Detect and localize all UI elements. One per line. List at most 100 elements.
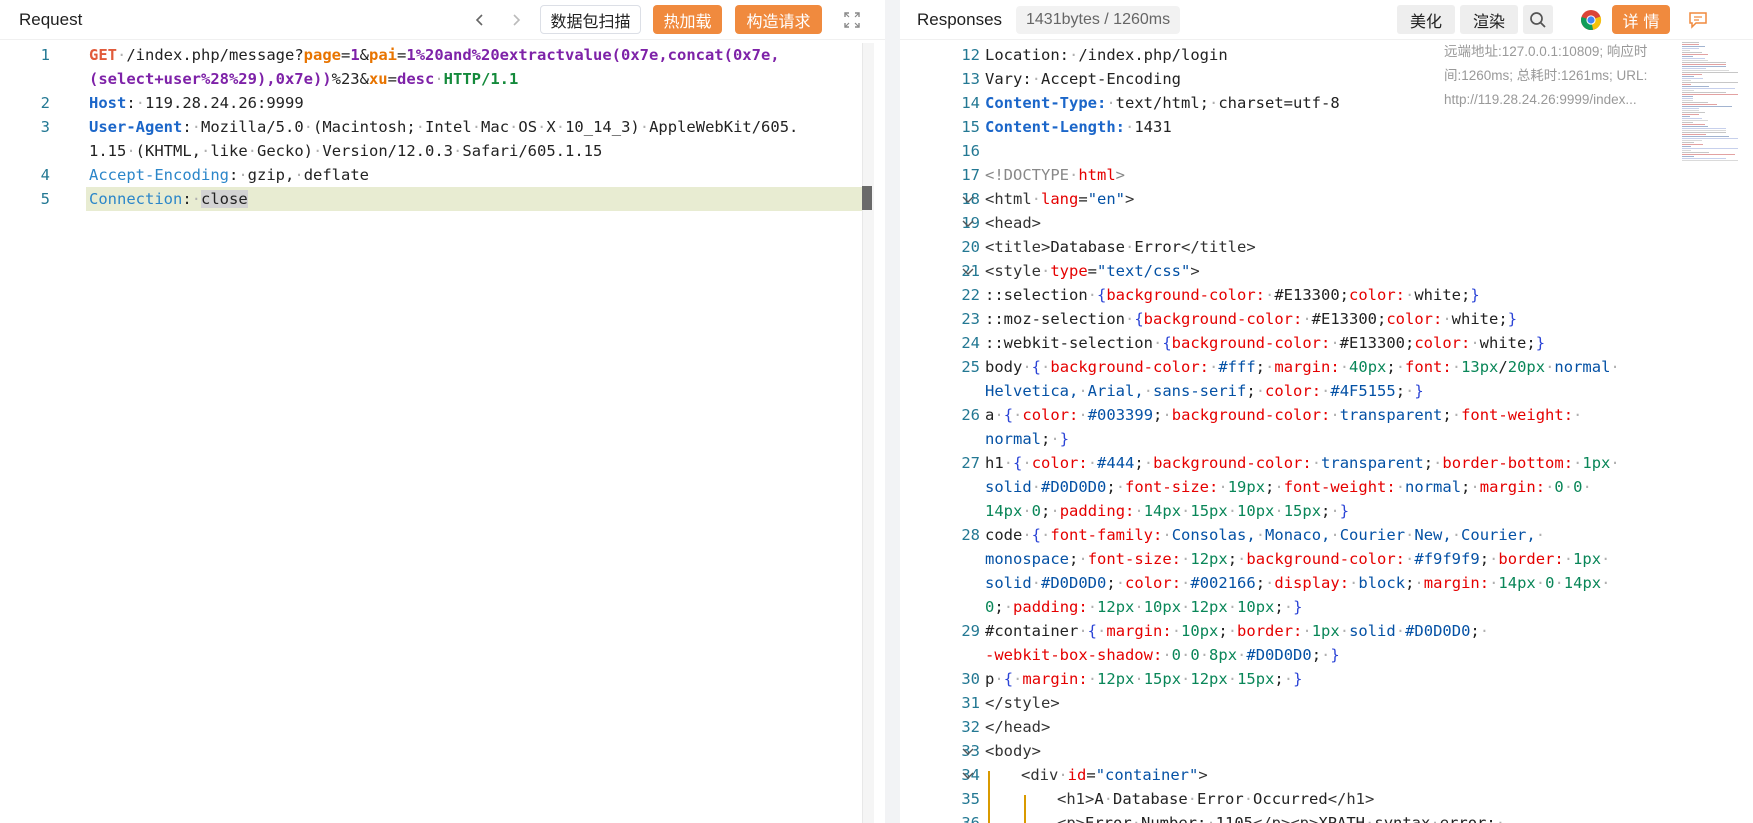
- code-line[interactable]: 16: [900, 139, 1753, 163]
- code-token: :: [182, 190, 192, 208]
- code-token: ;: [1479, 550, 1490, 568]
- code-line[interactable]: 17 <!DOCTYPE·html>: [900, 163, 1753, 187]
- code-line[interactable]: 25 body·{·background-color:·#fff;·margin:…: [900, 355, 1753, 379]
- forward-button[interactable]: [505, 9, 527, 31]
- code-line[interactable]: 32 </head>: [900, 715, 1753, 739]
- code-line[interactable]: 35 <h1>A·Database·Error·Occurred</h1>: [900, 787, 1753, 811]
- code-token: AppleWebKit/605.: [649, 118, 799, 136]
- code-line[interactable]: 20 <title>Database·Error</title>: [900, 235, 1753, 259]
- code-line[interactable]: 27 h1·{·color:·#444;·background-color:·tr…: [900, 451, 1753, 475]
- render-button[interactable]: 渲染: [1460, 5, 1518, 34]
- line-text: p·{·margin:·12px·15px·12px·15px;·}: [985, 667, 1302, 691]
- code-line[interactable]: 30 p·{·margin:·12px·15px·12px·15px;·}: [900, 667, 1753, 691]
- code-token: Arial,: [1087, 382, 1144, 400]
- request-editor[interactable]: 1 GET·/index.php/message?page=1&pai=1%20a…: [0, 43, 885, 211]
- search-button[interactable]: [1523, 5, 1553, 34]
- code-token: ·: [509, 118, 519, 136]
- code-line[interactable]: 21 <style·type="text/css">: [900, 259, 1753, 283]
- code-token: #002166: [1190, 574, 1256, 592]
- fold-chevron-icon[interactable]: [962, 745, 974, 757]
- code-line[interactable]: solid·#D0D0D0;·font-size:·19px;·font-wei…: [900, 475, 1753, 499]
- code-token: ·: [1031, 478, 1042, 496]
- build-request-button[interactable]: 构造请求: [735, 5, 822, 34]
- code-token: 10px: [1143, 598, 1182, 616]
- code-line[interactable]: 19 <head>: [900, 211, 1753, 235]
- details-button[interactable]: 详 情: [1612, 5, 1670, 34]
- code-token: ·: [994, 670, 1004, 688]
- packet-scan-button[interactable]: 数据包扫描: [540, 5, 641, 34]
- code-line[interactable]: 26 a·{·color:·#003399;·background-color:·…: [900, 403, 1753, 427]
- code-token: }: [1293, 670, 1303, 688]
- code-line[interactable]: 0;·padding:·12px·10px·12px·10px;·}: [900, 595, 1753, 619]
- code-line[interactable]: solid·#D0D0D0;·color:·#002166;·display:·…: [900, 571, 1753, 595]
- line-number: 28: [961, 526, 980, 544]
- code-token: ·: [1087, 454, 1098, 472]
- chrome-open-button[interactable]: [1577, 6, 1605, 34]
- code-line[interactable]: 22::selection·{background-color:·#E13300…: [900, 283, 1753, 307]
- code-line[interactable]: 3 User-Agent:·Mozilla/5.0·(Macintosh;·Int…: [0, 115, 885, 139]
- code-token: ;: [1265, 478, 1275, 496]
- back-button[interactable]: [469, 9, 491, 31]
- code-token: 14px: [1498, 574, 1536, 592]
- code-line[interactable]: (select+user%28%29),0x7e))%23&xu=desc·HT…: [0, 67, 885, 91]
- code-token: ;: [1498, 310, 1508, 328]
- code-line[interactable]: 15 Content-Length:·1431: [900, 115, 1753, 139]
- code-line[interactable]: 33 <body>: [900, 739, 1753, 763]
- code-token: ·: [1227, 598, 1238, 616]
- code-line[interactable]: 14px·0;·padding:·14px·15px·10px·15px;·}: [900, 499, 1753, 523]
- code-line[interactable]: 34 <div·id="container">: [900, 763, 1753, 787]
- code-token: ·: [1339, 622, 1350, 640]
- code-token: {: [1134, 310, 1144, 328]
- code-token: 20px: [1507, 358, 1546, 376]
- request-header: Request 数据包扫描 热加载 构造请求: [0, 0, 885, 40]
- code-token: #003399: [1087, 406, 1154, 424]
- code-line[interactable]: 12 Location:·/index.php/login: [900, 43, 1753, 67]
- code-line[interactable]: 1.15·(KHTML,·like·Gecko)·Version/12.0.3·…: [0, 139, 885, 163]
- fullscreen-button[interactable]: [838, 6, 866, 34]
- code-line[interactable]: 1 GET·/index.php/message?page=1&pai=1%20a…: [0, 43, 885, 67]
- code-token: color:: [1265, 382, 1322, 400]
- code-line[interactable]: 23::moz-selection·{background-color:·#E1…: [900, 307, 1753, 331]
- code-token: ·: [471, 118, 482, 136]
- code-token: ·: [1330, 406, 1340, 424]
- code-token: Courier: [1339, 526, 1406, 544]
- code-token: ;: [1274, 598, 1284, 616]
- code-token: ·: [1187, 790, 1198, 808]
- code-token: Location:: [985, 46, 1069, 64]
- code-line[interactable]: 5 Connection:·close: [0, 187, 885, 211]
- fold-chevron-icon[interactable]: [962, 769, 974, 781]
- pane-splitter[interactable]: [885, 0, 900, 823]
- code-line[interactable]: Helvetica,·Arial,·sans-serif;·color:·#4F…: [900, 379, 1753, 403]
- code-line[interactable]: 18 <html·lang="en">: [900, 187, 1753, 211]
- code-line[interactable]: 24::webkit-selection·{background-color:·…: [900, 331, 1753, 355]
- code-line[interactable]: 31 </style>: [900, 691, 1753, 715]
- response-editor[interactable]: 12 Location:·/index.php/login 13 Vary:·Acce…: [900, 43, 1753, 823]
- code-line[interactable]: 14 Content-Type:·text/html;·charset=utf-8: [900, 91, 1753, 115]
- code-line[interactable]: 4 Accept-Encoding:·gzip,·deflate: [0, 163, 885, 187]
- fold-chevron-icon[interactable]: [962, 265, 974, 277]
- code-line[interactable]: 29 #container·{·margin:·10px;·border:·1px…: [900, 619, 1753, 643]
- code-token: ;: [1442, 406, 1452, 424]
- code-token: ;: [1376, 310, 1387, 328]
- code-line[interactable]: 2 Host:·119.28.24.26:9999: [0, 91, 885, 115]
- code-line[interactable]: -webkit-box-shadow:·0·0·8px·#D0D0D0;·}: [900, 643, 1753, 667]
- fold-chevron-icon[interactable]: [962, 217, 974, 229]
- code-token: ·: [1162, 406, 1172, 424]
- code-token: margin:: [1022, 670, 1088, 688]
- code-token: Mozilla/5.0: [201, 118, 304, 136]
- code-line[interactable]: normal;·}: [900, 427, 1753, 451]
- beautify-button[interactable]: 美化: [1397, 5, 1455, 34]
- comment-button[interactable]: [1684, 6, 1712, 34]
- code-token: {: [1162, 334, 1172, 352]
- code-token: background-color:: [1050, 358, 1209, 376]
- code-token: close: [201, 190, 248, 208]
- fold-chevron-icon[interactable]: [962, 193, 974, 205]
- line-text: <style·type="text/css">: [985, 259, 1200, 283]
- code-line[interactable]: monospace;·font-size:·12px;·background-c…: [900, 547, 1753, 571]
- code-line[interactable]: 36 <p>Error·Number:·1105</p><p>XPATH·synt…: [900, 811, 1753, 823]
- code-token: background-color:: [1171, 334, 1331, 352]
- line-number: 31: [961, 694, 980, 712]
- code-line[interactable]: 13 Vary:·Accept-Encoding: [900, 67, 1753, 91]
- hot-load-button[interactable]: 热加载: [653, 5, 722, 34]
- code-line[interactable]: 28 code·{·font-family:·Consolas,·Monaco,·…: [900, 523, 1753, 547]
